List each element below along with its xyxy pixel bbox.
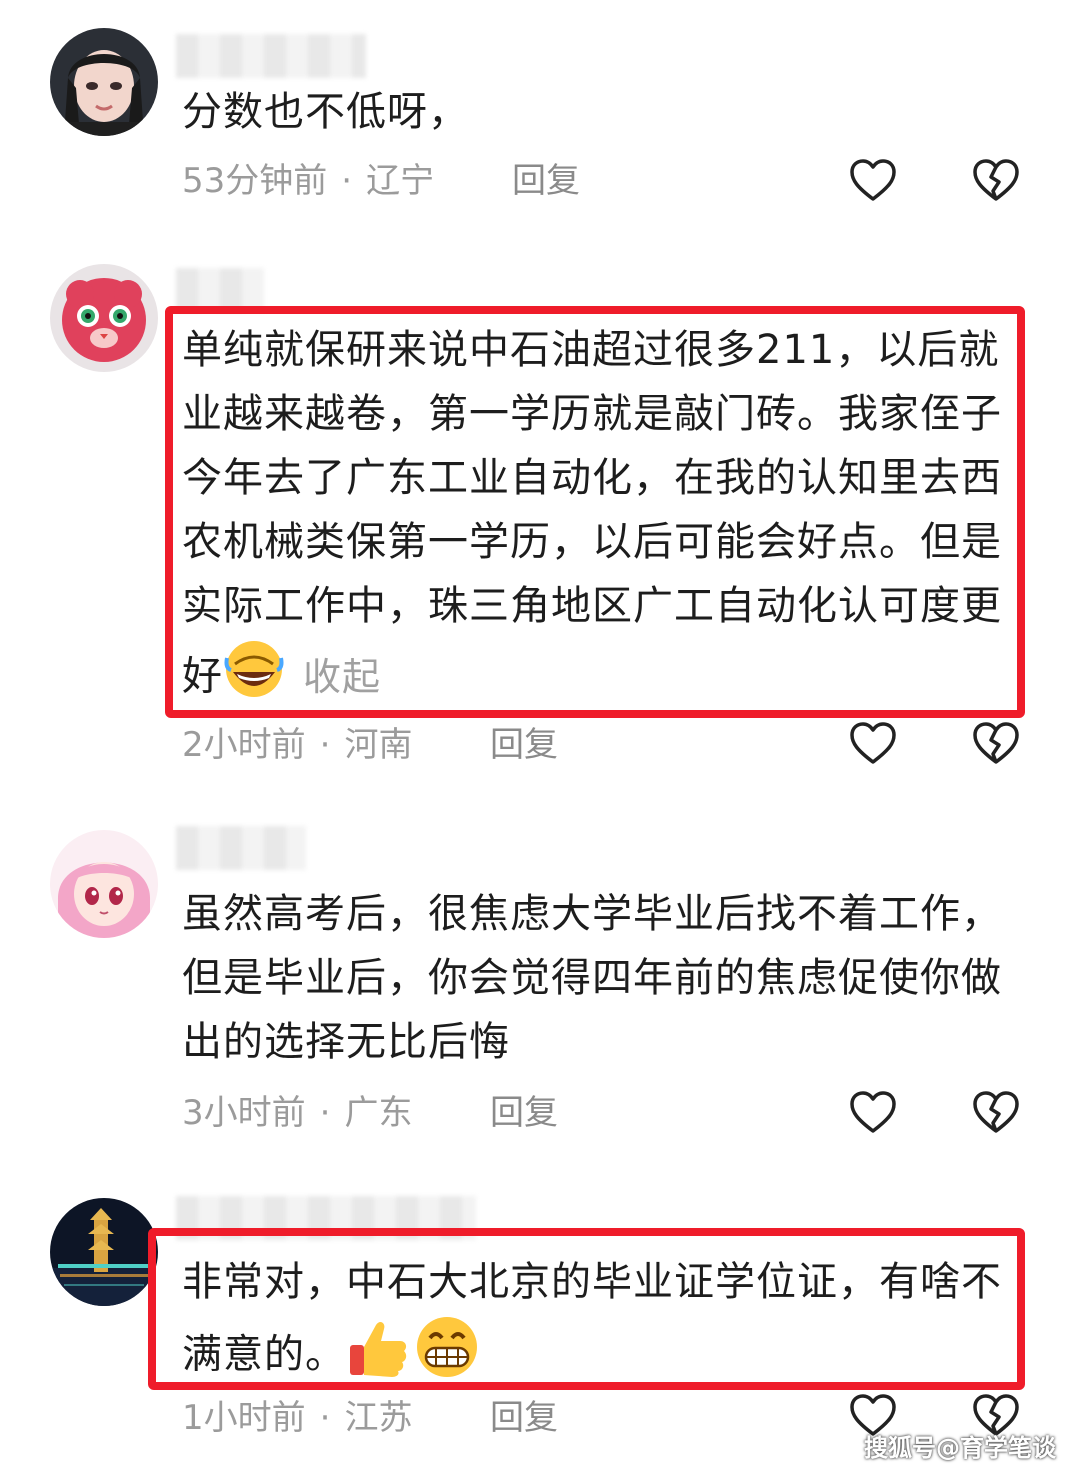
comment-text-content: 单纯就保研来说中石油超过很多211，以后就业越来越卷，第一学历就是敲门砖。我家侄… (182, 327, 1002, 700)
comment-text-content: 非常对，中石大北京的毕业证学位证，有啥不满意的。 (182, 1259, 1002, 1378)
comment-location: 广东 (344, 1093, 413, 1133)
comment-time: 1小时前 (182, 1398, 306, 1438)
meta-separator: · (319, 725, 331, 765)
comment-location: 河南 (344, 725, 413, 765)
comment-time: 53分钟前 (182, 161, 328, 201)
like-icon[interactable] (847, 1087, 899, 1139)
meta-separator: · (319, 1093, 331, 1133)
meta-separator: · (341, 161, 353, 201)
comment-text: 非常对，中石大北京的毕业证学位证，有啥不满意的。 (182, 1250, 1012, 1399)
watermark: 搜狐号@育学笔谈 (864, 1434, 1056, 1462)
comment-time: 3小时前 (182, 1093, 306, 1133)
reply-button[interactable]: 回复 (490, 720, 558, 770)
comment-meta: 2小时前 · 河南 回复 (182, 720, 558, 770)
avatar[interactable] (50, 830, 158, 938)
reply-button[interactable]: 回复 (490, 1393, 558, 1443)
dislike-icon[interactable] (970, 155, 1022, 207)
rolling-laughing-emoji (223, 638, 285, 719)
dislike-icon[interactable] (970, 1087, 1022, 1139)
avatar[interactable] (50, 264, 158, 372)
comment-text: 虽然高考后，很焦虑大学毕业后找不着工作，但是毕业后，你会觉得四年前的焦虑促使你做… (182, 891, 1002, 1065)
comment-time: 2小时前 (182, 725, 306, 765)
username[interactable] (176, 826, 306, 870)
avatar[interactable] (50, 28, 158, 136)
comment-meta: 53分钟前 · 辽宁 回复 (182, 156, 580, 206)
reply-button[interactable]: 回复 (512, 156, 580, 206)
comment-location: 辽宁 (366, 161, 435, 201)
thumbs-up-emoji (346, 1315, 410, 1398)
dislike-icon[interactable] (970, 718, 1022, 770)
comment-meta: 3小时前 · 广东 回复 (182, 1088, 558, 1138)
username[interactable] (176, 34, 366, 78)
comment-meta: 1小时前 · 江苏 回复 (182, 1393, 558, 1443)
comment-text: 单纯就保研来说中石油超过很多211，以后就业越来越卷，第一学历就是敲门砖。我家侄… (182, 318, 1012, 719)
like-icon[interactable] (847, 155, 899, 207)
avatar[interactable] (50, 1198, 158, 1306)
reply-button[interactable]: 回复 (490, 1088, 558, 1138)
comment-text: 分数也不低呀， (182, 89, 469, 135)
grinning-emoji (414, 1314, 480, 1399)
comment-location: 江苏 (344, 1398, 413, 1438)
meta-separator: · (319, 1398, 331, 1438)
like-icon[interactable] (847, 718, 899, 770)
collapse-link[interactable]: 收起 (303, 655, 381, 699)
